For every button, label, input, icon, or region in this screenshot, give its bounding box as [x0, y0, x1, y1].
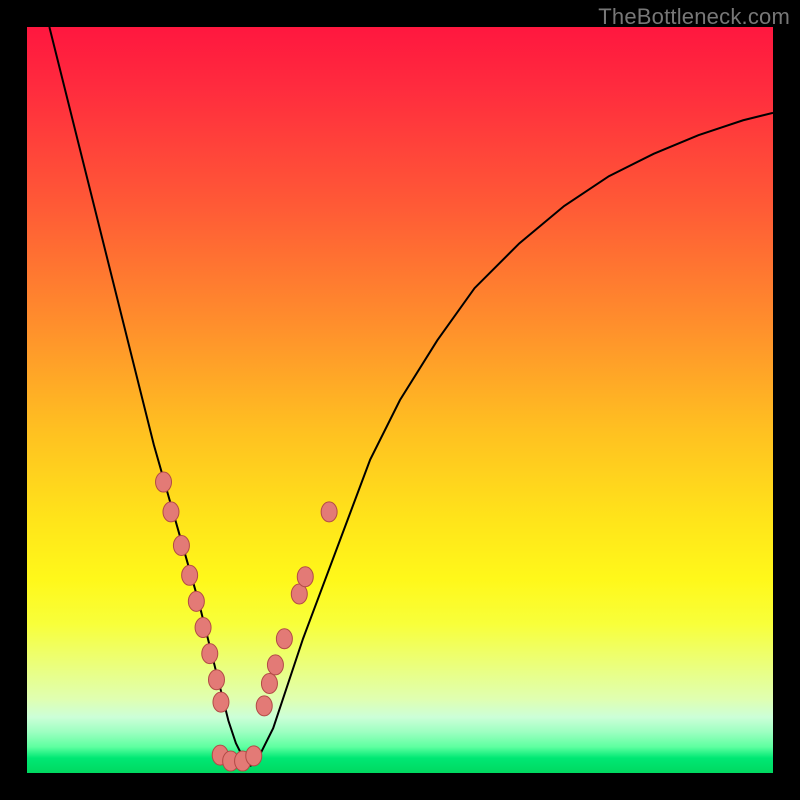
data-marker — [173, 535, 189, 555]
chart-frame: TheBottleneck.com — [0, 0, 800, 800]
data-marker — [208, 670, 224, 690]
data-marker — [256, 696, 272, 716]
data-marker — [261, 673, 277, 693]
watermark-text: TheBottleneck.com — [598, 4, 790, 30]
data-marker — [267, 655, 283, 675]
data-marker — [202, 644, 218, 664]
data-marker — [195, 618, 211, 638]
data-marker — [246, 746, 262, 766]
data-marker — [188, 591, 204, 611]
data-marker — [163, 502, 179, 522]
bottleneck-curve — [49, 27, 773, 766]
data-marker — [156, 472, 172, 492]
chart-plot-area — [27, 27, 773, 773]
data-marker — [297, 567, 313, 587]
data-marker — [321, 502, 337, 522]
chart-svg — [27, 27, 773, 773]
data-marker — [213, 692, 229, 712]
data-marker — [276, 629, 292, 649]
data-marker — [182, 565, 198, 585]
